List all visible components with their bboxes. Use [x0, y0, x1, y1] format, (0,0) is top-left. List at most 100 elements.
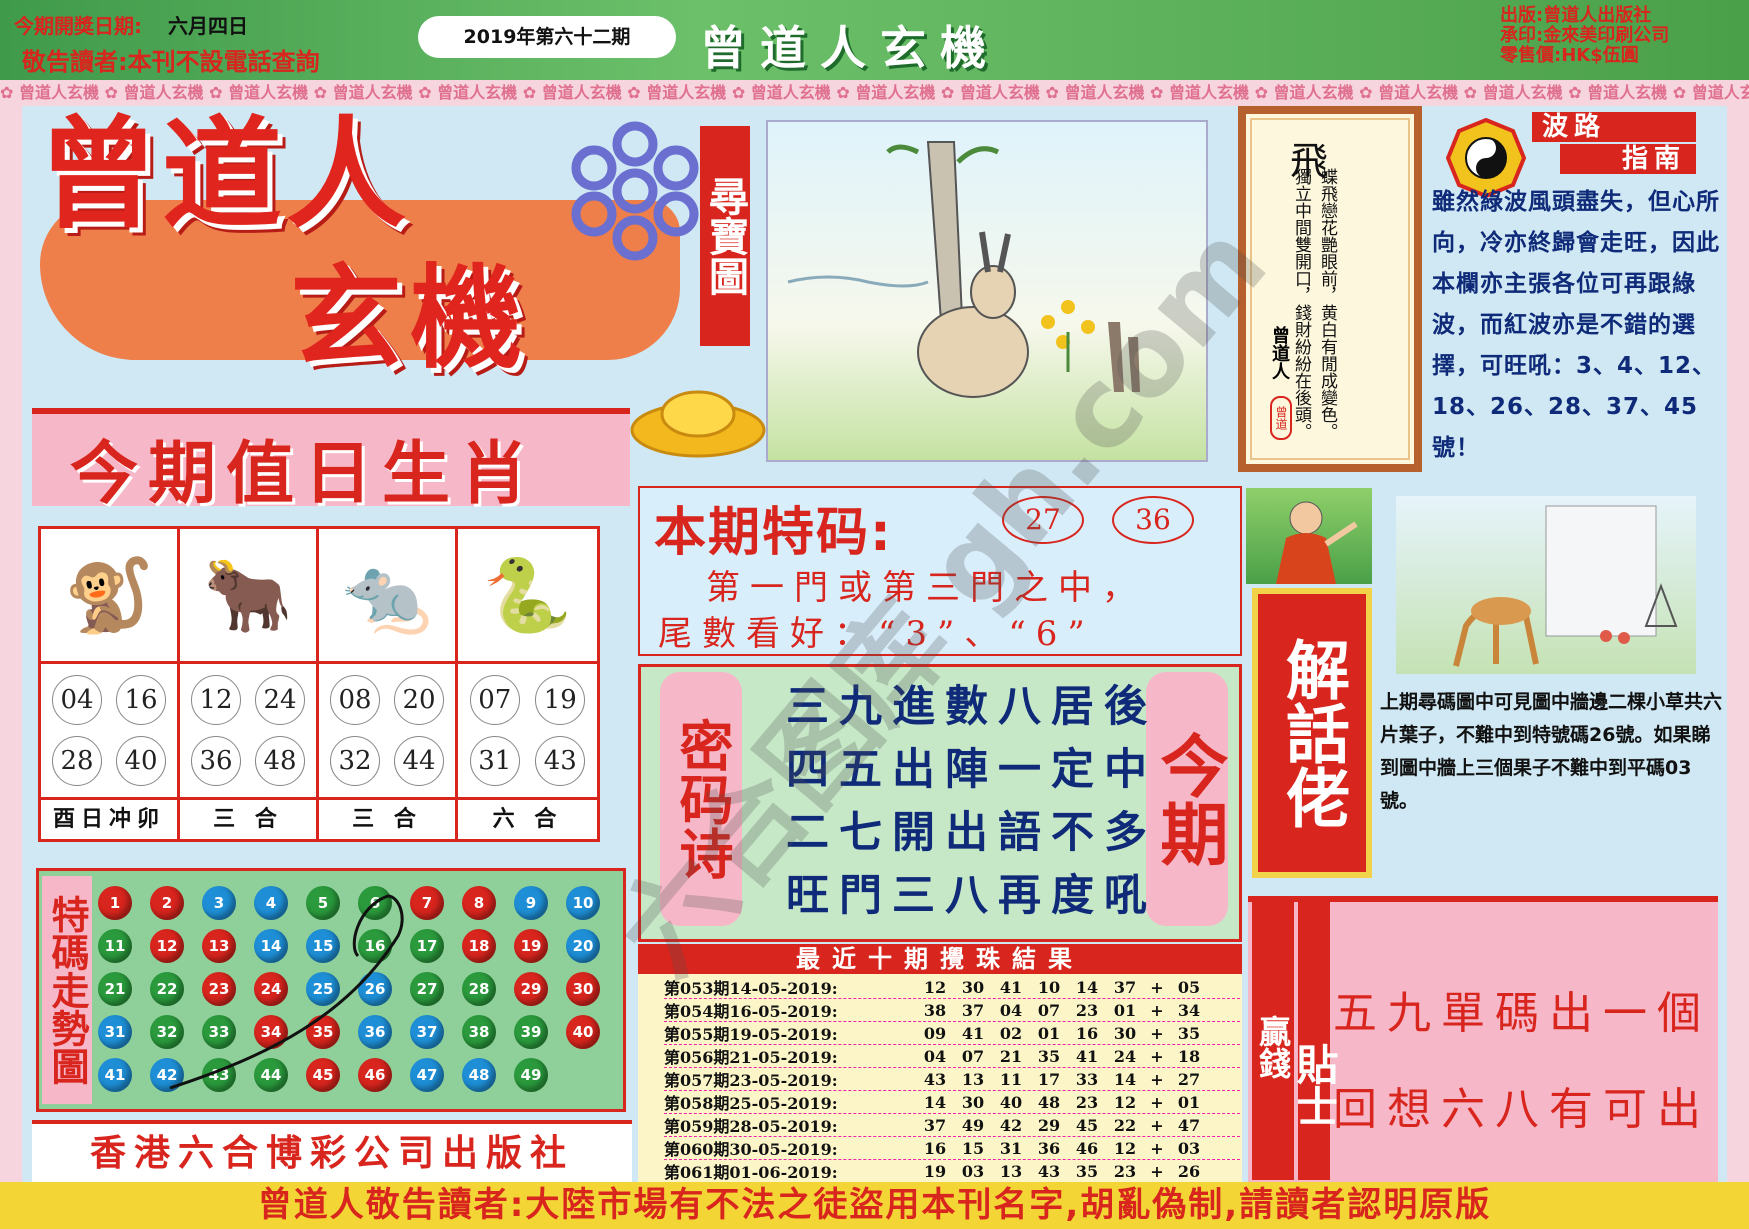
table-row: 第056期21-05-2019: 04 07 21 35 41 24 +18	[664, 1045, 1240, 1068]
result-number: 29	[1037, 1115, 1061, 1135]
trend-label: 特碼走勢圖	[42, 876, 92, 1104]
zodiac-label: 三 合	[319, 797, 455, 839]
result-number: 23	[1075, 1092, 1099, 1112]
result-number: 36	[1037, 1138, 1061, 1158]
publisher-banner: 香港六合博彩公司出版社	[32, 1120, 632, 1182]
number-ball: 41	[98, 1058, 132, 1092]
number-ball: 5	[306, 886, 340, 920]
result-number: 17	[1037, 1069, 1061, 1089]
number-ball: 1	[98, 886, 132, 920]
number-ball: 47	[410, 1058, 444, 1092]
monkey-icon: 🐒	[41, 529, 177, 664]
result-period: 第059期28-05-2019:	[664, 1117, 838, 1136]
plus-sign: +	[1150, 1023, 1164, 1043]
number-ball: 3	[202, 886, 236, 920]
number-ball: 13	[202, 929, 236, 963]
number-ball: 42	[150, 1058, 184, 1092]
zodiac-number: 28	[52, 735, 102, 786]
rings-icon	[571, 121, 699, 261]
draw-date: 今期開獎日期: 六月四日	[14, 10, 248, 39]
result-number: 41	[961, 1023, 985, 1043]
result-special: 05	[1177, 977, 1201, 997]
results-title: 最近十期攪珠結果	[638, 944, 1242, 974]
sage-image	[1246, 488, 1372, 584]
tips-label-1: 贏錢	[1252, 900, 1294, 1180]
zodiac-number: 31	[469, 735, 520, 786]
result-number: 14	[1113, 1069, 1137, 1089]
result-number: 48	[1037, 1092, 1061, 1112]
number-ball: 27	[410, 972, 444, 1006]
sage-icon	[1276, 501, 1358, 584]
result-number: 38	[923, 1000, 947, 1020]
result-number: 42	[999, 1115, 1023, 1135]
result-number: 43	[1037, 1161, 1061, 1181]
poem-seal: 曾道	[1270, 396, 1292, 440]
treasure-map-label: 尋寶圖	[700, 126, 750, 346]
publisher-line: 出版:曾道人出版社	[1500, 5, 1652, 26]
special-title: 本期特码:	[654, 503, 893, 563]
zodiac-column: 🐀 08 20 32 44 三 合	[319, 529, 458, 839]
number-ball: 25	[306, 972, 340, 1006]
draw-date-value: 六月四日	[168, 14, 248, 38]
result-special: 18	[1177, 1046, 1201, 1066]
number-ball: 29	[514, 972, 548, 1006]
result-number: 30	[1113, 1023, 1137, 1043]
result-number: 04	[999, 1000, 1023, 1020]
result-period: 第057期23-05-2019:	[664, 1071, 838, 1090]
result-number: 10	[1037, 977, 1061, 997]
jiehualao-text: 上期尋碼圖中可見圖中牆邊二棵小草共六片葉子，不難中到特號碼26號。如果睇到圖中牆…	[1380, 691, 1723, 812]
result-period: 第053期14-05-2019:	[664, 979, 838, 998]
logo-line-1: 曾道人	[38, 106, 410, 245]
zodiac-number: 48	[255, 735, 305, 786]
tips-text: 五九單碼出一個 回想六八有可出	[1332, 966, 1712, 1158]
zodiac-number: 16	[116, 675, 166, 726]
result-number: 02	[999, 1023, 1023, 1043]
plus-sign: +	[1150, 1046, 1164, 1066]
plus-sign: +	[1150, 1092, 1164, 1112]
result-number: 12	[1113, 1138, 1137, 1158]
number-ball: 18	[462, 929, 496, 963]
deer-image	[1396, 496, 1696, 674]
bolu-text: 雖然綠波風頭盡失，但心所向，冷亦終歸會走旺，因此本欄亦主張各位可再跟綠波，而紅波…	[1432, 189, 1720, 461]
result-number: 43	[923, 1069, 947, 1089]
result-number: 01	[1037, 1023, 1061, 1043]
number-ball: 38	[462, 1015, 496, 1049]
result-number: 35	[1037, 1046, 1061, 1066]
deer-scene-icon	[1453, 505, 1678, 667]
number-ball: 45	[306, 1058, 340, 1092]
result-number: 15	[961, 1138, 985, 1158]
zodiac-number: 32	[330, 735, 380, 786]
rat-icon: 🐀	[319, 529, 455, 664]
special-hint-1: 第一門或第三門之中，	[706, 568, 1146, 608]
number-ball: 33	[202, 1015, 236, 1049]
issue-number: 2019年第六十二期	[418, 16, 676, 58]
result-number: 19	[923, 1161, 947, 1181]
number-ball: 2	[150, 886, 184, 920]
secret-poem-line: 旺門三八再度吼	[786, 871, 1157, 921]
result-number: 13	[999, 1161, 1023, 1181]
zodiac-number: 08	[330, 675, 380, 726]
number-ball: 14	[254, 929, 288, 963]
printer-line: 承印:金來美印刷公司	[1500, 25, 1670, 46]
publisher-info: 出版:曾道人出版社 承印:金來美印刷公司 零售價:HK$伍圓	[1500, 6, 1669, 66]
zodiac-number: 44	[394, 735, 444, 786]
table-row: 第057期23-05-2019: 43 13 11 17 33 14 +27	[664, 1068, 1240, 1091]
tips-line: 五九單碼出一個	[1333, 988, 1711, 1039]
number-ball: 11	[98, 929, 132, 963]
ox-icon: 🐂	[180, 529, 316, 664]
zodiac-number: 20	[394, 675, 444, 726]
result-number: 23	[1113, 1161, 1137, 1181]
table-row: 第053期14-05-2019: 12 30 41 10 14 37 +05	[664, 976, 1240, 999]
zodiac-number: 12	[191, 675, 241, 726]
number-ball: 43	[202, 1058, 236, 1092]
zodiac-column: 🐂 12 24 36 48 三 合	[180, 529, 319, 839]
number-ball: 36	[358, 1015, 392, 1049]
result-number: 16	[1075, 1023, 1099, 1043]
number-ball: 23	[202, 972, 236, 1006]
special-hint-2: 尾數看好：“3”、“6”	[658, 614, 1095, 654]
number-ball: 28	[462, 972, 496, 1006]
header-notice: 敬告讀者:本刊不設電話查詢	[22, 48, 320, 76]
result-number: 45	[1075, 1115, 1099, 1135]
plus-sign: +	[1150, 1161, 1164, 1181]
zodiac-label: 三 合	[180, 797, 316, 839]
